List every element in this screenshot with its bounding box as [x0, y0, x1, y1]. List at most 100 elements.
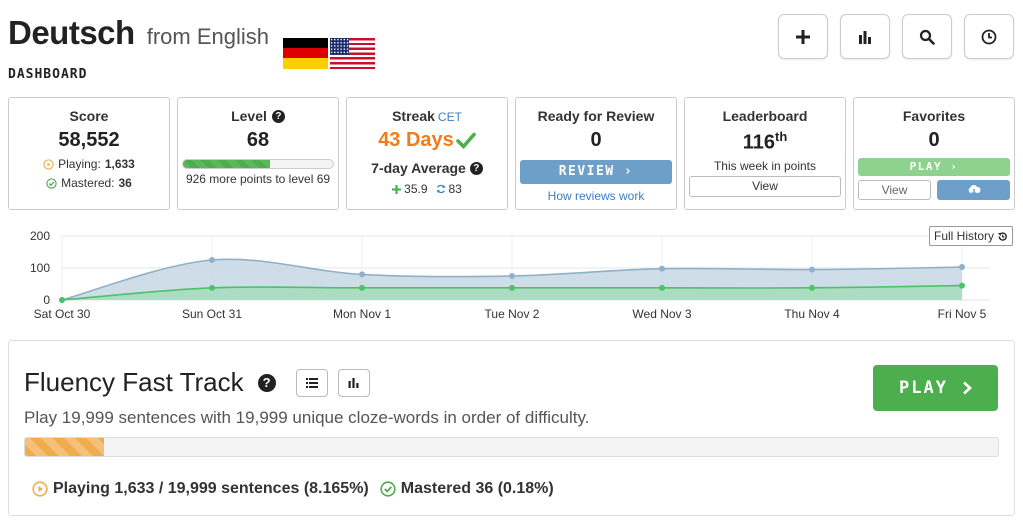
- streak-title: Streak: [392, 108, 435, 124]
- level-progress-fill: [183, 160, 270, 168]
- score-card: Score 58,552 Playing: 1,633 Mastered: 36: [8, 97, 170, 210]
- chevron-right-icon: ›: [950, 160, 959, 173]
- data-point: [59, 297, 65, 303]
- favorites-title: Favorites: [902, 108, 966, 124]
- favorites-download-button[interactable]: [937, 180, 1010, 200]
- play-circle-icon: [32, 481, 48, 497]
- mastered-row: Mastered: 36: [9, 176, 169, 190]
- fluency-description: Play 19,999 sentences with 19,999 unique…: [24, 408, 590, 427]
- data-point: [959, 282, 965, 289]
- page-header: Deutsch from English: [8, 14, 375, 69]
- leaderboard-value: 116: [742, 131, 775, 154]
- level-note: 926 more points to level 69: [185, 172, 331, 186]
- top-toolbar: [778, 14, 1014, 59]
- favorites-view-button[interactable]: View: [858, 180, 931, 200]
- bar-chart-icon: [348, 378, 359, 388]
- help-icon[interactable]: ?: [469, 161, 483, 175]
- avg-plus: 35.9: [392, 182, 428, 196]
- leaderboard-view-button[interactable]: View: [689, 175, 841, 197]
- leaderboard-note: This week in points: [713, 158, 817, 173]
- data-point: [359, 271, 365, 278]
- full-history-button[interactable]: Full History: [928, 226, 1013, 246]
- streak-value-row: 43 Days: [347, 129, 507, 152]
- avg-reviews: 83: [436, 182, 462, 196]
- chevron-right-icon: ›: [623, 164, 634, 179]
- list-icon: [305, 377, 318, 388]
- avg-reviews-value: 83: [448, 182, 462, 196]
- refresh-icon: [436, 184, 445, 194]
- y-tick-label: 100: [30, 261, 50, 275]
- review-button[interactable]: REVIEW ›: [520, 160, 672, 184]
- language-flags: [282, 37, 375, 69]
- data-point: [509, 273, 515, 279]
- favorites-play-label: PLAY: [909, 160, 943, 173]
- data-point: [209, 284, 215, 291]
- score-value: 58,552: [58, 129, 120, 151]
- from-language: from English: [146, 24, 269, 49]
- full-history-label: Full History: [933, 229, 994, 243]
- fluency-header: Fluency Fast Track ?: [24, 367, 370, 398]
- dashboard-label: DASHBOARD: [8, 67, 88, 82]
- list-button[interactable]: [295, 368, 328, 397]
- x-tick-label: Fri Nov 5: [938, 307, 987, 321]
- review-button-label: REVIEW: [558, 164, 615, 179]
- data-point: [509, 284, 515, 291]
- play-circle-icon: [43, 158, 54, 170]
- bar-chart-icon: [859, 30, 871, 44]
- clock-icon: [981, 29, 997, 44]
- fluency-play-label: PLAY: [899, 378, 948, 398]
- fluency-stats: Playing 1,633 / 19,999 sentences (8.165%…: [32, 480, 554, 498]
- x-tick-label: Mon Nov 1: [333, 307, 391, 321]
- check-circle-icon: [46, 177, 57, 189]
- fluency-playing-text: Playing 1,633 / 19,999 sentences (8.165%…: [53, 480, 369, 497]
- help-icon[interactable]: ?: [271, 109, 285, 123]
- streak-value: 43 Days: [378, 129, 454, 151]
- check-circle-icon: [380, 481, 396, 497]
- help-icon[interactable]: ?: [257, 373, 276, 392]
- fluency-fast-track-panel: Fluency Fast Track ? Play 19,999 sentenc…: [8, 340, 1015, 516]
- x-tick-label: Sat Oct 30: [34, 307, 91, 321]
- fluency-play-button[interactable]: PLAY: [873, 365, 998, 411]
- streak-title-row: Streak CET: [347, 108, 507, 124]
- level-title-row: Level ?: [178, 108, 338, 124]
- data-point: [809, 284, 815, 291]
- leaderboard-rank: 116th: [685, 129, 845, 155]
- avg-values-row: 35.9 83: [347, 182, 507, 196]
- data-point: [209, 257, 215, 263]
- y-tick-label: 200: [30, 229, 50, 243]
- favorites-actions: View: [854, 180, 1014, 200]
- checkmark-icon: [456, 132, 476, 149]
- streak-timezone[interactable]: CET: [438, 110, 462, 124]
- search-button[interactable]: [902, 14, 952, 59]
- data-point: [359, 284, 365, 291]
- avg-title: 7-day Average: [371, 160, 466, 176]
- how-reviews-work-link[interactable]: How reviews work: [516, 189, 676, 203]
- stats-button[interactable]: [337, 368, 370, 397]
- plus-icon: [796, 29, 810, 44]
- fluency-progress-fill: [25, 438, 105, 456]
- stats-button[interactable]: [840, 14, 890, 59]
- history-button[interactable]: [964, 14, 1014, 59]
- playing-row: Playing: 1,633: [9, 157, 169, 171]
- fluency-mastered-text: Mastered 36 (0.18%): [400, 480, 554, 497]
- score-title: Score: [69, 108, 109, 124]
- favorites-play-button[interactable]: PLAY ›: [858, 158, 1010, 176]
- level-title: Level: [231, 108, 267, 124]
- fluency-progress-bar: [24, 437, 999, 457]
- language-title: Deutsch: [8, 14, 135, 51]
- x-tick-label: Thu Nov 4: [784, 307, 840, 321]
- review-title: Ready for Review: [537, 108, 655, 124]
- search-icon: [919, 29, 935, 45]
- us-flag-icon: [329, 37, 375, 69]
- activity-chart: 200 100 0Sat Oct 30 Sun Oct 31 Mon Nov 1 Tue …: [30, 229, 990, 321]
- favorites-card: Favorites 0 PLAY › View: [853, 97, 1015, 210]
- add-button[interactable]: [778, 14, 828, 59]
- history-icon: [997, 231, 1007, 241]
- review-value: 0: [590, 129, 602, 151]
- level-progress-bar: [182, 159, 334, 169]
- cloud-download-icon: [968, 184, 981, 196]
- playing-label: Playing:: [58, 157, 101, 171]
- data-point: [659, 265, 665, 272]
- leaderboard-card: Leaderboard 116th This week in points Vi…: [684, 97, 846, 210]
- german-flag-icon: [282, 37, 328, 69]
